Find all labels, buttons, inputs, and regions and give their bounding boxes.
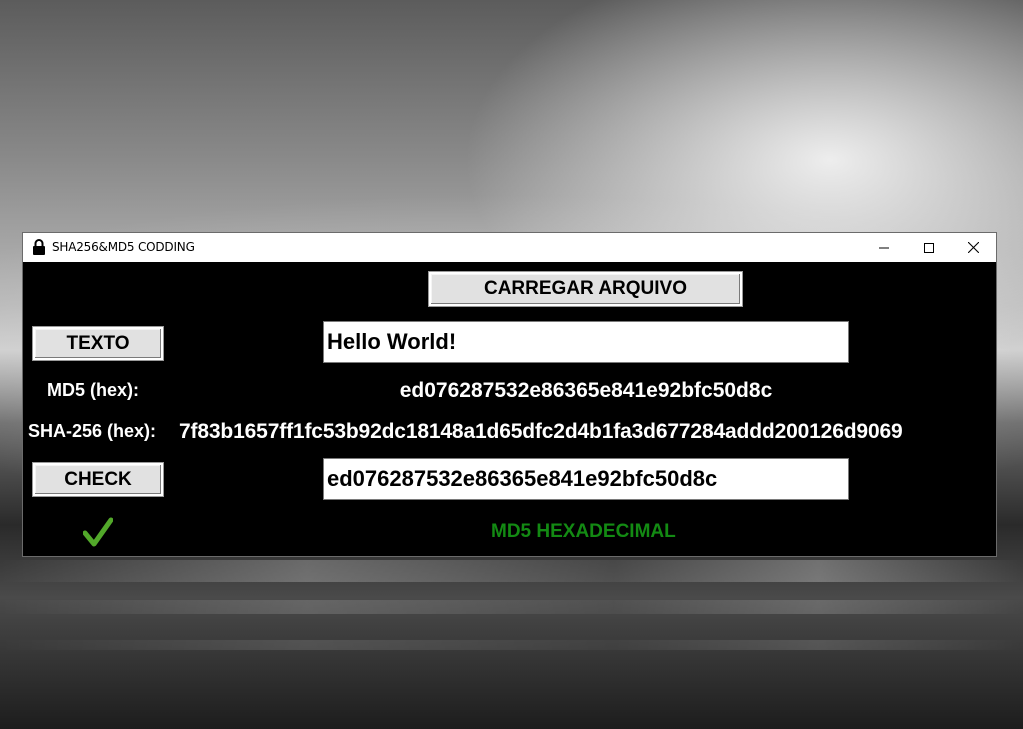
- background-wave: [0, 640, 1023, 650]
- text-button[interactable]: TEXTO: [32, 326, 164, 361]
- close-button[interactable]: [951, 233, 996, 262]
- window-title: SHA256&MD5 CODDING: [52, 240, 195, 254]
- checkmark-icon: [82, 517, 114, 552]
- sha256-value: 7f83b1657ff1fc53b92dc18148a1d65dfc2d4b1f…: [179, 420, 903, 443]
- maximize-icon: [923, 242, 934, 253]
- app-window: SHA256&MD5 CODDING CARREGAR ARQUIVO TEXT…: [22, 232, 997, 557]
- close-icon: [968, 242, 979, 253]
- status-message: MD5 HEXADECIMAL: [491, 521, 676, 542]
- main-panel: CARREGAR ARQUIVO TEXTO MD5 (hex): ed0762…: [23, 262, 996, 556]
- check-input[interactable]: [323, 458, 849, 500]
- maximize-button[interactable]: [906, 233, 951, 262]
- text-input[interactable]: [323, 321, 849, 363]
- lock-icon: [32, 239, 46, 255]
- title-bar[interactable]: SHA256&MD5 CODDING: [23, 233, 996, 262]
- md5-value: ed076287532e86365e841e92bfc50d8c: [399, 379, 773, 402]
- load-file-button[interactable]: CARREGAR ARQUIVO: [428, 271, 743, 307]
- check-button[interactable]: CHECK: [32, 462, 164, 497]
- minimize-button[interactable]: [861, 233, 906, 262]
- background-wave: [0, 600, 1023, 614]
- md5-label: MD5 (hex):: [47, 380, 140, 400]
- minimize-icon: [878, 243, 889, 253]
- sha256-label: SHA-256 (hex):: [28, 421, 157, 441]
- background-wave: [0, 560, 1023, 582]
